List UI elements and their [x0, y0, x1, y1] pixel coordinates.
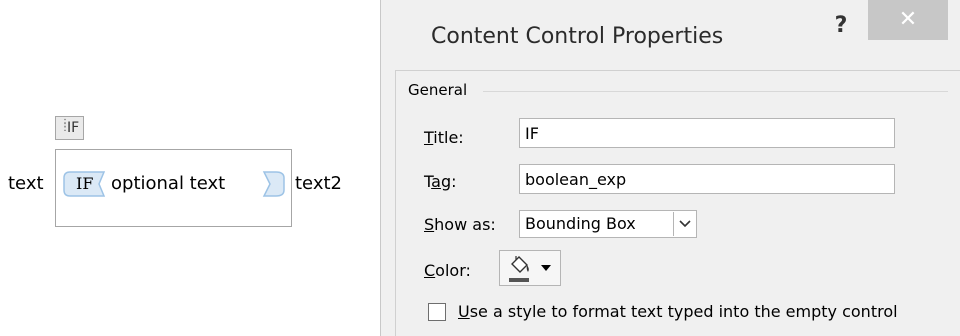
selected-color-swatch — [509, 278, 529, 282]
nested-control-tag-label: IF — [76, 174, 94, 193]
dropdown-arrow-icon — [541, 265, 551, 271]
nested-control-start-tag[interactable]: IF — [62, 170, 107, 198]
dialog-title: Content Control Properties — [431, 24, 724, 49]
content-control-properties-dialog: Content Control Properties ? ✕ General T… — [380, 0, 960, 336]
dialog-titlebar[interactable]: Content Control Properties ? ✕ — [381, 0, 960, 70]
end-tag-shape-icon — [262, 171, 285, 197]
tag-label: Tag: — [424, 172, 457, 191]
document-text-after: text2 — [295, 173, 342, 194]
use-style-checkbox-label[interactable]: Use a style to format text typed into th… — [458, 300, 898, 324]
general-group-label: General — [408, 81, 468, 99]
show-as-value: Bounding Box — [525, 214, 636, 233]
nested-control-end-tag[interactable] — [262, 170, 288, 198]
use-style-checkbox[interactable] — [428, 303, 446, 321]
color-label: Color: — [424, 261, 471, 280]
title-label: Title: — [424, 128, 464, 147]
title-input[interactable] — [519, 118, 895, 148]
content-control-title-tab[interactable]: ⋮ ⋮ IF — [55, 116, 84, 140]
show-as-select[interactable]: Bounding Box — [519, 210, 697, 238]
content-control-title: IF — [67, 120, 80, 136]
help-button[interactable]: ? — [829, 12, 853, 40]
group-divider — [483, 91, 948, 92]
document-area: ⋮ ⋮ IF text IF optional text text2 — [0, 0, 380, 336]
nested-control-text: optional text — [111, 173, 226, 194]
show-as-label: Show as: — [424, 215, 496, 234]
paint-bucket-icon — [511, 256, 529, 273]
color-picker-button[interactable] — [499, 250, 561, 286]
dialog-content-panel — [395, 70, 960, 336]
chevron-down-icon[interactable] — [673, 212, 695, 236]
document-text-before: text — [8, 173, 44, 194]
tag-input[interactable] — [519, 164, 895, 194]
close-button[interactable]: ✕ — [868, 0, 948, 40]
